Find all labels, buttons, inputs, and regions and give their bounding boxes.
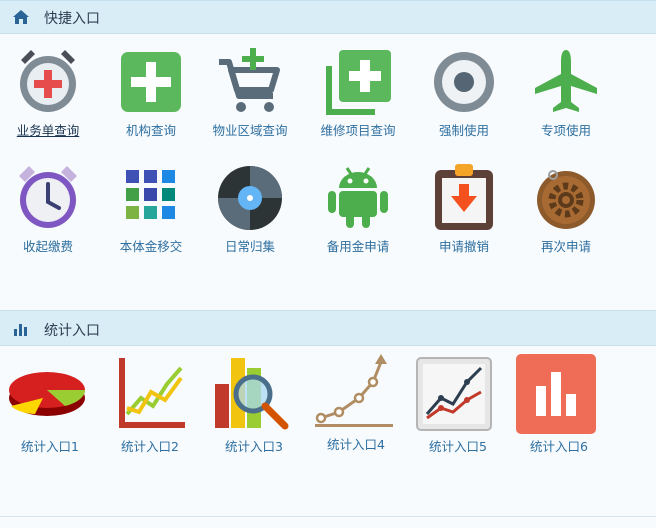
plus-square-icon [121,52,181,112]
tile-label: 维修项目查询 [320,123,396,138]
alarm-plus-icon [20,50,76,112]
pie-chart-icon [9,372,86,416]
alarm-clock-icon [19,166,77,228]
tile-reapply[interactable]: 再次申请 [518,162,614,272]
stat-entry-6[interactable]: 统计入口6 [509,354,609,454]
radio-record-icon [434,52,494,112]
stats-entry-panel: 统计入口 统计入口1 统计入口2 统计入口3 统计入口4 统计入口5 统计入口6 [0,310,656,516]
tile-special-use[interactable]: 专项使用 [518,46,614,156]
stats-entry-title: 统计入口 [44,323,100,339]
add-copy-icon [326,50,391,115]
tile-label: 再次申请 [540,239,591,254]
tile-label: 强制使用 [438,123,489,138]
line-chart-card-icon [416,357,492,431]
stat-label: 统计入口3 [225,439,283,454]
tile-org-query[interactable]: 机构查询 [103,46,199,156]
stat-entry-5[interactable]: 统计入口5 [408,354,508,454]
bar-chart-icon [14,324,27,336]
cart-plus-icon [219,48,280,112]
stat-label: 统计入口6 [530,439,588,454]
bottom-divider [0,516,656,517]
tile-collect-payment[interactable]: 收起缴费 [0,162,96,272]
chart-magnifier-icon [215,358,289,430]
stat-label: 统计入口4 [327,437,385,452]
gear-badge-icon [537,170,595,229]
tile-label: 本体金移交 [119,239,183,254]
tile-forced-use[interactable]: 强制使用 [416,46,512,156]
stat-label: 统计入口2 [121,439,179,454]
stat-label: 统计入口5 [429,439,487,454]
tile-label: 业务单查询 [16,123,80,138]
tile-label: 日常归集 [224,239,275,254]
bar-chart-tile-icon [516,354,596,434]
quick-entry-title: 快捷入口 [44,11,100,27]
tile-fund-transfer[interactable]: 本体金移交 [103,162,199,272]
tile-petty-cash-apply[interactable]: 备用金申请 [310,162,406,272]
line-chart-axes-icon [119,358,185,428]
stat-entry-4[interactable]: 统计入口4 [306,352,406,452]
vinyl-disc-icon [218,166,282,230]
home-icon [13,10,29,24]
tile-property-area-query[interactable]: 物业区域查询 [202,46,298,156]
stats-entry-header: 统计入口 [0,310,656,346]
airplane-icon [535,50,597,112]
tiles-icon [126,170,175,219]
tile-label: 收起缴费 [22,239,73,254]
stat-label: 统计入口1 [21,439,79,454]
tile-label: 物业区域查询 [212,123,288,138]
tile-label: 备用金申请 [326,239,390,254]
tile-daily-collection[interactable]: 日常归集 [202,162,298,272]
quick-entry-header: 快捷入口 [0,0,656,34]
tile-apply-revoke[interactable]: 申请撤销 [416,162,512,272]
stat-entry-2[interactable]: 统计入口2 [100,354,200,454]
stat-entry-3[interactable]: 统计入口3 [204,354,304,454]
tile-repair-item-query[interactable]: 维修项目查询 [310,46,406,156]
quick-entry-panel: 快捷入口 业务单查询 机构查询 物业区域查询 维修项目查询 强制使用 专项使用 … [0,0,656,300]
tile-label: 申请撤销 [438,239,489,254]
growth-curve-icon [315,354,393,427]
clipboard-download-icon [435,164,493,230]
tile-business-query[interactable]: 业务单查询 [0,46,96,156]
stat-entry-1[interactable]: 统计入口1 [0,354,100,454]
android-icon [328,167,388,228]
tile-label: 专项使用 [540,123,591,138]
tile-label: 机构查询 [125,123,176,138]
